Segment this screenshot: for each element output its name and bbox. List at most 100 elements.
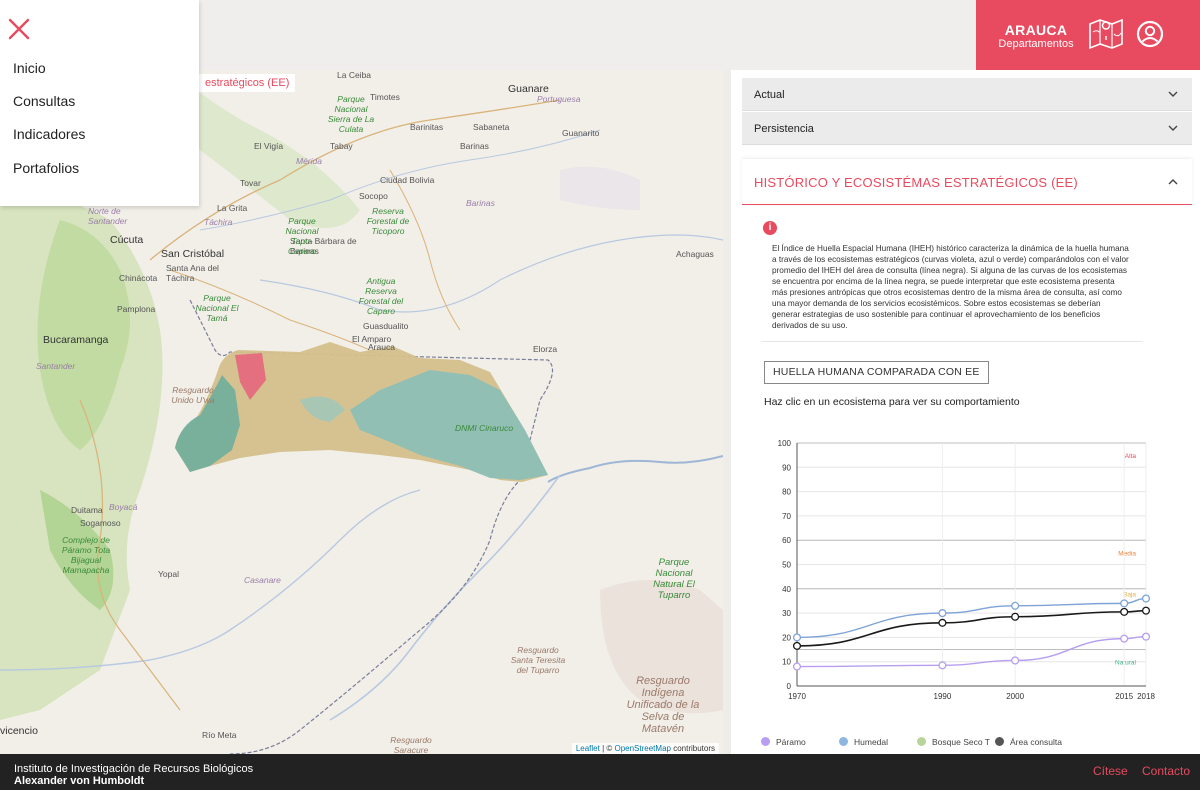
map-label-bucaramanga: Bucaramanga [43,334,109,346]
accordion-actual-label: Actual [754,89,785,101]
accordion-historico[interactable]: HISTÓRICO Y ECOSISTÉMAS ESTRATÉGICOS (EE… [742,159,1192,205]
footer-org-line2: Alexander von Humboldt [14,775,145,787]
y-tick-label: 80 [782,488,791,497]
legend-item-area-consulta[interactable]: Área consulta [995,737,1062,747]
legend-dot [839,737,848,746]
contact-link[interactable]: Contacto [1142,764,1190,778]
data-point-p-ramo[interactable] [792,662,802,671]
legend-item-humedal[interactable]: Humedal [839,737,888,747]
data-point-p-ramo[interactable] [1120,634,1129,643]
user-account-icon[interactable] [1136,20,1164,48]
data-point-humedal[interactable] [1141,594,1151,603]
map-label-duitama: Duitama [71,505,103,515]
y-tick-label: 50 [782,561,791,570]
info-icon[interactable]: i [763,221,777,235]
map-icon[interactable] [1088,18,1124,50]
map-label-pamplona: Pamplona [117,304,156,314]
legend-label: Humedal [854,737,889,747]
data-point--rea-consulta[interactable] [792,641,802,650]
y-tick-label: 90 [782,463,791,472]
map-label-el-vigia: El Vigía [254,141,284,151]
legend-dot [917,737,926,746]
map-label-santa-ana: Santa Ana del Táchira [166,263,219,283]
map-attribution: Leaflet | © OpenStreetMap contributors [571,743,719,754]
map-label-barinas-state: Barinas [466,198,495,208]
data-point--rea-consulta[interactable] [1120,607,1129,616]
map-label-reserva-caparo: Antigua Reserva Forestal del Caparo [358,276,404,316]
map-label-norte-santander: Norte de Santander [88,206,128,226]
data-point-humedal[interactable] [938,609,947,618]
data-point-p-ramo[interactable] [938,661,947,670]
menu-item-indicadores[interactable]: Indicadores [13,126,85,142]
x-tick-label: 2015 [1115,692,1133,701]
map-layer-tab[interactable]: estratégicos (EE) [199,74,296,92]
data-point-p-ramo[interactable] [1011,656,1020,665]
leaflet-link[interactable]: Leaflet [576,744,600,753]
divider [762,341,1142,342]
y-tick-label: 100 [778,439,792,448]
legend-label: Bosque Seco T [932,737,990,747]
map-label-socopo: Socopo [359,191,388,201]
ecosystem-line-chart[interactable]: 0 10 20 30 40 50 60 70 80 90 100 Alta Media Baja Natur… [731,430,1200,730]
map-label-ciudad-bolivia: Ciudad Bolivia [380,175,435,185]
cite-link[interactable]: Cítese [1093,764,1128,778]
region-badge[interactable]: ARAUCA Departamentos [976,0,1200,70]
accordion-persistencia[interactable]: Persistencia [742,112,1192,145]
map-label-dnmi-cinaruco: DNMI Cinaruco [455,423,514,433]
x-tick-label: 1990 [934,692,952,701]
map-label-elorza: Elorza [533,344,558,354]
y-tick-label: 20 [782,633,791,642]
menu-item-inicio[interactable]: Inicio [13,60,46,76]
map-label-achaguas: Achaguas [676,249,714,259]
map-label-san-cristobal: San Cristóbal [161,248,225,260]
app-root: ARAUCA Departamentos La Ceiba Timotes Gu… [0,0,1200,790]
series-line-humedal[interactable] [796,597,1147,639]
close-icon[interactable] [8,18,30,40]
map-label-sogamoso: Sogamoso [80,518,121,528]
map-label-resguardo-mataven: Resguardo Indígena Unificado de la Selva… [626,675,700,735]
openstreetmap-link[interactable]: OpenStreetMap [614,744,670,753]
accordion-persistencia-label: Persistencia [754,123,814,135]
y-tick-label: 40 [782,585,791,594]
accordion-actual[interactable]: Actual [742,78,1192,111]
legend-label: Área consulta [1010,737,1062,747]
map-label-arauca: Arauca [368,342,395,352]
legend-dot [995,737,1004,746]
menu-item-consultas[interactable]: Consultas [13,93,75,109]
map-label-santander: Santander [36,361,76,371]
data-point-humedal[interactable] [1120,599,1129,608]
data-point--rea-consulta[interactable] [1011,612,1020,621]
chevron-down-icon [1168,91,1178,97]
map-label-resguardo-tuparro: Resguardo Santa Teresita del Tuparro [510,645,566,675]
map-label-casanare: Casanare [244,575,281,585]
map-label-la-grita: La Grita [217,203,248,213]
data-point-p-ramo[interactable] [1141,632,1151,641]
y-tick-label: 60 [782,536,791,545]
chevron-up-icon [1168,179,1178,185]
x-tick-label: 1970 [788,692,806,701]
map-label-barinas-city: Barinas [460,141,489,151]
map-label-guanarito: Guanarito [562,128,600,138]
band-label: Baja [1123,592,1136,599]
y-tick-label: 30 [782,609,791,618]
legend-item-bosque-seco[interactable]: Bosque Seco T [917,737,990,747]
data-point-humedal[interactable] [1011,601,1020,610]
map-label-guasdualito: Guasdualito [363,321,409,331]
series-line--rea-consulta[interactable] [796,609,1147,647]
data-point--rea-consulta[interactable] [1141,606,1151,615]
map-label-pn-la-culata: Parque Nacional Sierra de La Culata [327,94,375,134]
data-point--rea-consulta[interactable] [938,618,947,627]
data-point-humedal[interactable] [792,633,802,642]
compare-ee-button[interactable]: HUELLA HUMANA COMPARADA CON EE [764,361,989,384]
map-label-complejo-paramo: Complejo de Páramo Tota Bijagual Mamapac… [61,535,111,575]
region-type: Departamentos [998,38,1074,50]
legend-label: Páramo [776,737,806,747]
results-panel: Actual Persistencia HISTÓRICO Y ECOSISTÉ… [731,70,1200,754]
map-label-pn-tama: Parque Nacional El Tamá [195,293,239,323]
y-tick-label: 0 [787,682,792,691]
legend-item-paramo[interactable]: Páramo [761,737,806,747]
description-text: El Índice de Huella Espacial Humana (IHE… [772,244,1129,330]
menu-item-portafolios[interactable]: Portafolios [13,160,79,176]
band-label: Alta [1125,453,1137,460]
chart-hint: Haz clic en un ecosistema para ver su co… [764,396,1020,408]
